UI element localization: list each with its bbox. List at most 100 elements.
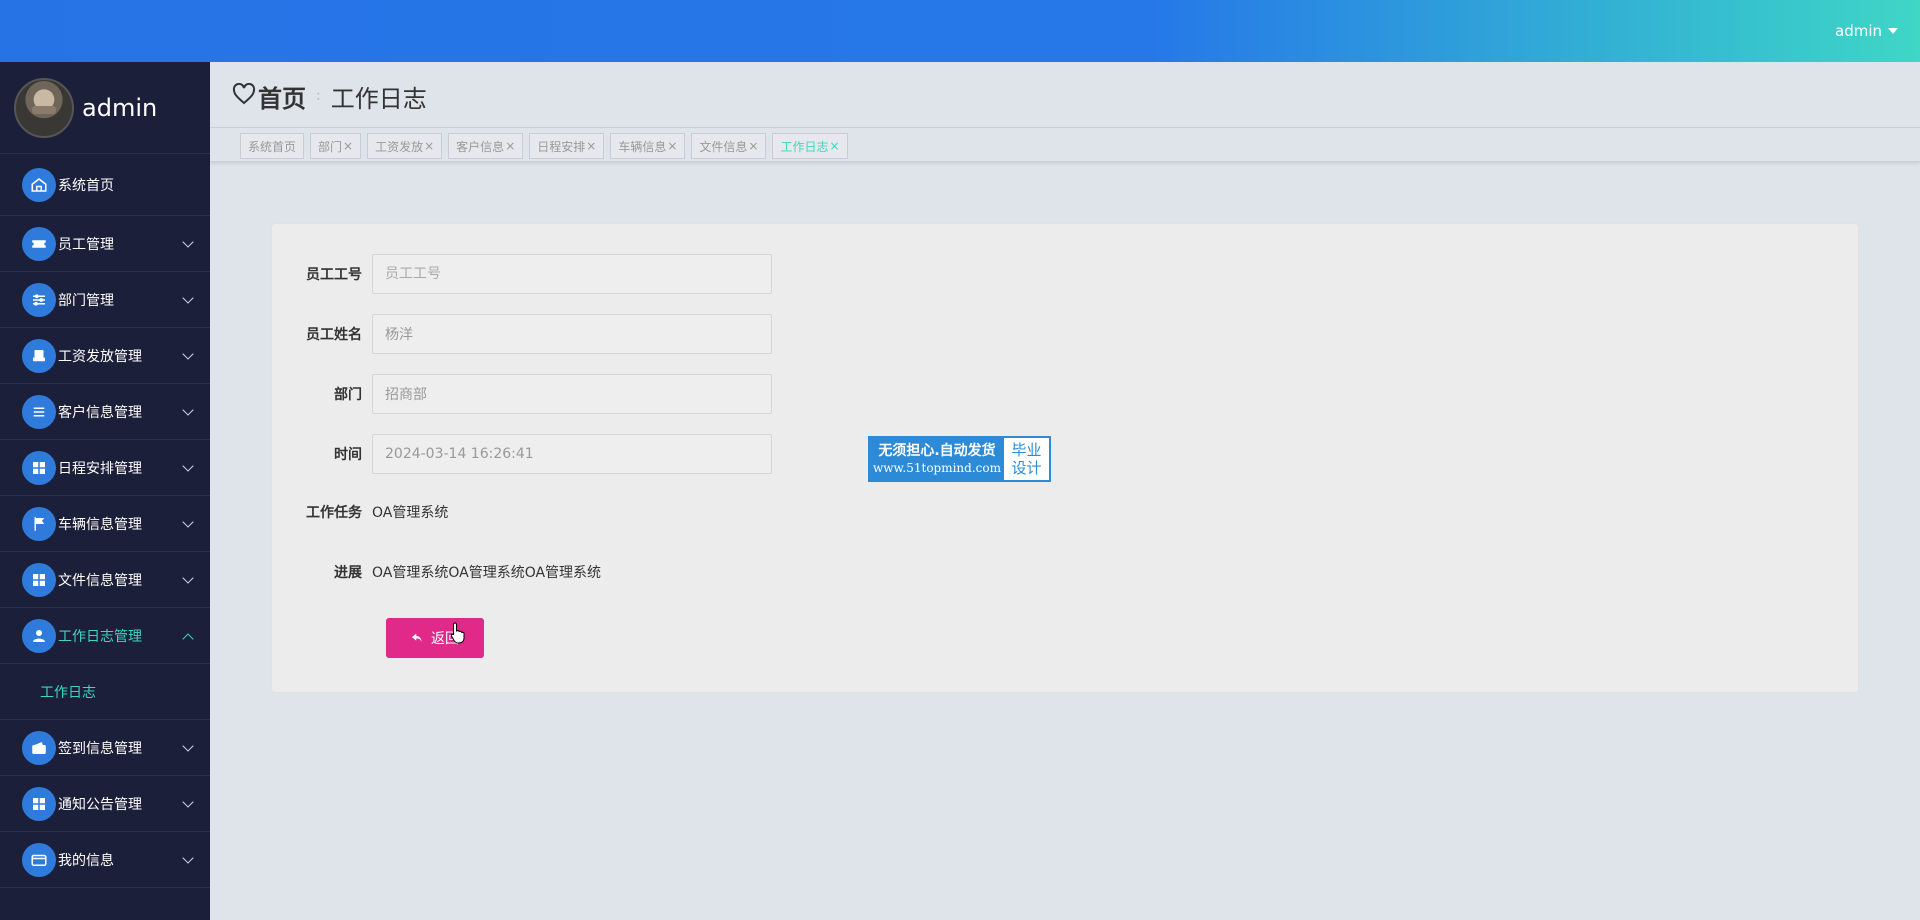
worklog-detail-card: 员工工号 员工姓名 部门 时间 工作任务 OA管理系统 进展 OA管理系统OA管… (271, 223, 1859, 693)
close-icon[interactable]: × (424, 139, 434, 153)
tab-files[interactable]: 文件信息 × (691, 133, 767, 159)
badge-side2: 设计 (1011, 459, 1042, 477)
close-icon[interactable]: × (830, 139, 840, 153)
badge-side1: 毕业 (1011, 441, 1042, 459)
wallet-icon (22, 730, 56, 765)
tab-worklog[interactable]: 工作日志 × (772, 133, 848, 159)
tab-label: 系统首页 (248, 139, 297, 154)
close-icon[interactable]: × (667, 139, 677, 153)
sidebar-item-vehicle[interactable]: 车辆信息管理 (0, 496, 210, 552)
task-value: OA管理系统 (372, 505, 449, 521)
breadcrumb-current: 工作日志 (330, 84, 427, 113)
chevron-down-icon (182, 236, 194, 248)
sidebar-item-label: 工资发放管理 (58, 348, 142, 365)
sidebar-item-employee[interactable]: 员工管理 (0, 216, 210, 272)
department-row: 部门 (272, 374, 772, 414)
chevron-down-icon (182, 852, 194, 864)
undo-icon (411, 633, 422, 642)
chevron-down-icon (182, 404, 194, 416)
tab-label: 部门 (318, 139, 343, 154)
employee-no-input[interactable] (372, 254, 772, 294)
sidebar-item-label: 部门管理 (58, 292, 114, 309)
heart-icon (232, 82, 256, 109)
breadcrumb: 首页 : 工作日志 (232, 79, 427, 114)
close-icon[interactable]: × (343, 139, 353, 153)
breadcrumb-separator: : (316, 88, 321, 104)
sidebar-item-label: 签到信息管理 (58, 740, 142, 757)
tab-label: 车辆信息 (618, 139, 667, 154)
sidebar-subitem-worklog[interactable]: 工作日志 (0, 664, 210, 720)
chevron-down-icon (182, 348, 194, 360)
chevron-down-icon (182, 460, 194, 472)
close-icon[interactable]: × (586, 139, 596, 153)
sidebar-item-label: 客户信息管理 (58, 404, 142, 421)
ticket-icon (22, 226, 56, 261)
chevron-down-icon (182, 292, 194, 304)
close-icon[interactable]: × (505, 139, 515, 153)
chevron-down-icon (182, 796, 194, 808)
sidebar-item-label: 文件信息管理 (58, 572, 142, 589)
task-label: 工作任务 (306, 505, 362, 521)
sidebar-username: admin (82, 93, 158, 122)
time-row: 时间 (272, 434, 772, 474)
tab-label: 文件信息 (699, 139, 748, 154)
badge-line2: www.51topmind.com (873, 461, 1001, 475)
sidebar-item-department[interactable]: 部门管理 (0, 272, 210, 328)
back-button[interactable]: 返回 (386, 618, 484, 658)
department-input[interactable] (372, 374, 772, 414)
sidebar-item-worklog[interactable]: 工作日志管理 (0, 608, 210, 664)
grid-icon (22, 562, 56, 597)
avatar (14, 77, 74, 138)
printer-icon (22, 338, 56, 373)
tab-vehicle[interactable]: 车辆信息 × (610, 133, 686, 159)
employee-name-input[interactable] (372, 314, 772, 354)
card-icon (22, 842, 56, 877)
sidebar-item-label: 员工管理 (58, 236, 114, 253)
sidebar-item-label: 日程安排管理 (58, 460, 142, 477)
tab-customer[interactable]: 客户信息 × (448, 133, 524, 159)
tab-schedule[interactable]: 日程安排 × (529, 133, 605, 159)
user-icon (22, 618, 56, 653)
sidebar-item-salary[interactable]: 工资发放管理 (0, 328, 210, 384)
close-icon[interactable]: × (748, 139, 758, 153)
watermark-badge: 无须担心.自动发货 www.51topmind.com 毕业 设计 (868, 436, 1051, 482)
sidebar-item-myinfo[interactable]: 我的信息 (0, 832, 210, 888)
chevron-down-icon (182, 740, 194, 752)
user-dropdown[interactable]: admin (1835, 22, 1898, 40)
sidebar-item-checkin[interactable]: 签到信息管理 (0, 720, 210, 776)
top-bar: admin (0, 0, 1920, 62)
tab-label: 工作日志 (780, 139, 829, 154)
tab-bar: 系统首页 部门 × 工资发放 × 客户信息 × 日程安排 × 车辆信息 × 文件信息 × 工… (210, 127, 1920, 162)
tab-label: 客户信息 (456, 139, 505, 154)
chevron-up-icon (182, 633, 194, 645)
progress-value: OA管理系统OA管理系统OA管理系统 (372, 565, 602, 581)
tab-department[interactable]: 部门 × (310, 133, 362, 159)
tab-home[interactable]: 系统首页 (240, 133, 305, 159)
sidebar-item-schedule[interactable]: 日程安排管理 (0, 440, 210, 496)
time-input[interactable] (372, 434, 772, 474)
sidebar-item-label: 工作日志管理 (58, 628, 142, 645)
user-name: admin (1835, 22, 1882, 40)
hand-cursor-icon (450, 622, 465, 644)
badge-line1: 无须担心.自动发货 (878, 443, 996, 459)
tab-salary[interactable]: 工资发放 × (367, 133, 443, 159)
sidebar-item-notice[interactable]: 通知公告管理 (0, 776, 210, 832)
sidebar-item-home[interactable]: 系统首页 (0, 154, 210, 216)
sidebar-subitem-label: 工作日志 (40, 684, 96, 701)
sidebar-profile: admin (0, 62, 210, 154)
sidebar-item-label: 我的信息 (58, 852, 114, 869)
home-icon (22, 167, 56, 202)
task-row: 工作任务 OA管理系统 (272, 502, 448, 522)
sidebar: admin 系统首页 员工管理 部门管理 工资发放管理 客户信息管理 日程安排管… (0, 62, 210, 920)
employee-no-row: 员工工号 (272, 254, 772, 294)
breadcrumb-home[interactable]: 首页 (258, 79, 306, 114)
sliders-icon (22, 282, 56, 317)
progress-row: 进展 OA管理系统OA管理系统OA管理系统 (272, 562, 601, 582)
department-label: 部门 (334, 387, 362, 403)
sidebar-item-customer[interactable]: 客户信息管理 (0, 384, 210, 440)
caret-down-icon (1888, 28, 1898, 34)
tab-label: 日程安排 (537, 139, 586, 154)
grid-icon (22, 786, 56, 821)
sidebar-item-label: 车辆信息管理 (58, 516, 142, 533)
sidebar-item-files[interactable]: 文件信息管理 (0, 552, 210, 608)
